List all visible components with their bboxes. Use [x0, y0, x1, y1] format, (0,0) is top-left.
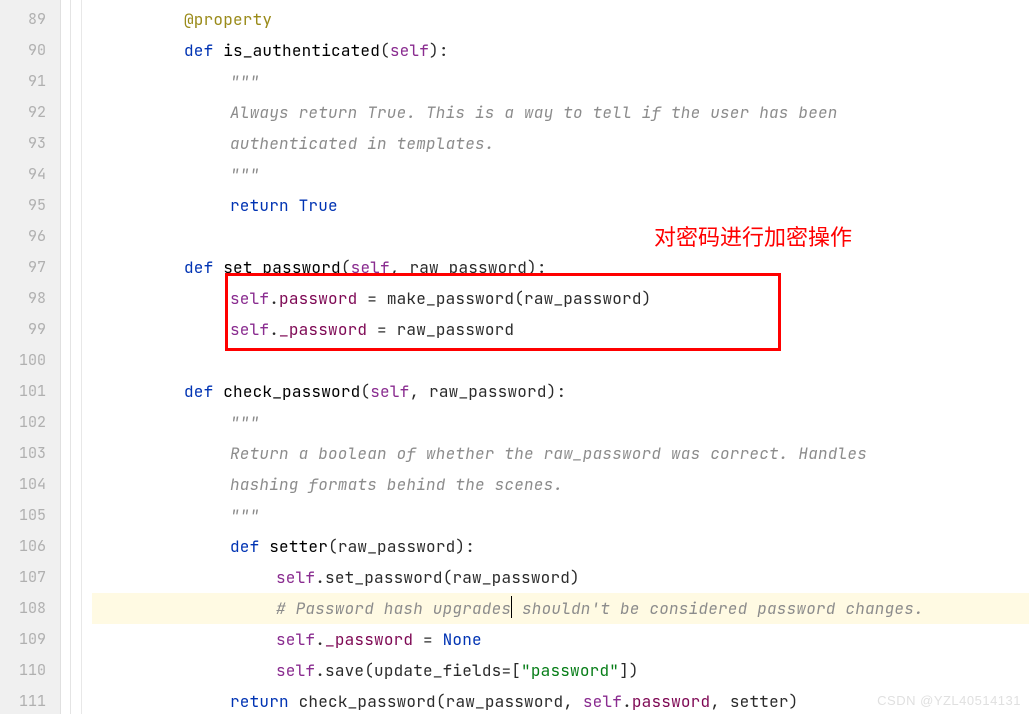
code-line: """ [92, 407, 1029, 438]
code-line: def setter(raw_password): [92, 531, 1029, 562]
code-line: hashing formats behind the scenes. [92, 469, 1029, 500]
code-line: def is_authenticated(self): [92, 35, 1029, 66]
code-editor[interactable]: 8990919293949596979899100101102103104105… [0, 0, 1029, 714]
line-number: 92 [0, 97, 60, 128]
code-line: self._password = raw_password [92, 314, 1029, 345]
code-line: self._password = None [92, 624, 1029, 655]
line-number: 110 [0, 655, 60, 686]
line-number: 109 [0, 624, 60, 655]
line-number: 98 [0, 283, 60, 314]
code-line-current: # Password hash upgrades shouldn't be co… [92, 593, 1029, 624]
code-line: authenticated in templates. [92, 128, 1029, 159]
line-number: 101 [0, 376, 60, 407]
line-number: 106 [0, 531, 60, 562]
watermark: CSDN @YZL40514131 [877, 693, 1021, 708]
code-line: @property [92, 4, 1029, 35]
fold-gutter [61, 0, 82, 714]
line-number: 107 [0, 562, 60, 593]
line-number: 111 [0, 686, 60, 714]
line-number: 102 [0, 407, 60, 438]
code-line: self.save(update_fields=["password"]) [92, 655, 1029, 686]
line-number: 100 [0, 345, 60, 376]
code-line: """ [92, 159, 1029, 190]
code-line: return True [92, 190, 1029, 221]
code-line: """ [92, 66, 1029, 97]
line-number-gutter: 8990919293949596979899100101102103104105… [0, 0, 61, 714]
line-number: 103 [0, 438, 60, 469]
line-number: 104 [0, 469, 60, 500]
code-line: Return a boolean of whether the raw_pass… [92, 438, 1029, 469]
line-number: 89 [0, 4, 60, 35]
line-number: 99 [0, 314, 60, 345]
line-number: 95 [0, 190, 60, 221]
code-line: self.set_password(raw_password) [92, 562, 1029, 593]
line-number: 105 [0, 500, 60, 531]
line-number: 91 [0, 66, 60, 97]
line-number: 93 [0, 128, 60, 159]
code-line: """ [92, 500, 1029, 531]
code-line: self.password = make_password(raw_passwo… [92, 283, 1029, 314]
line-number: 94 [0, 159, 60, 190]
line-number: 90 [0, 35, 60, 66]
line-number: 108 [0, 593, 60, 624]
code-line [92, 345, 1029, 376]
code-line: def set_password(self, raw_password): [92, 252, 1029, 283]
line-number: 97 [0, 252, 60, 283]
line-number: 96 [0, 221, 60, 252]
code-area[interactable]: @property def is_authenticated(self): ""… [82, 0, 1029, 714]
code-line [92, 221, 1029, 252]
code-line: def check_password(self, raw_password): [92, 376, 1029, 407]
code-line: Always return True. This is a way to tel… [92, 97, 1029, 128]
